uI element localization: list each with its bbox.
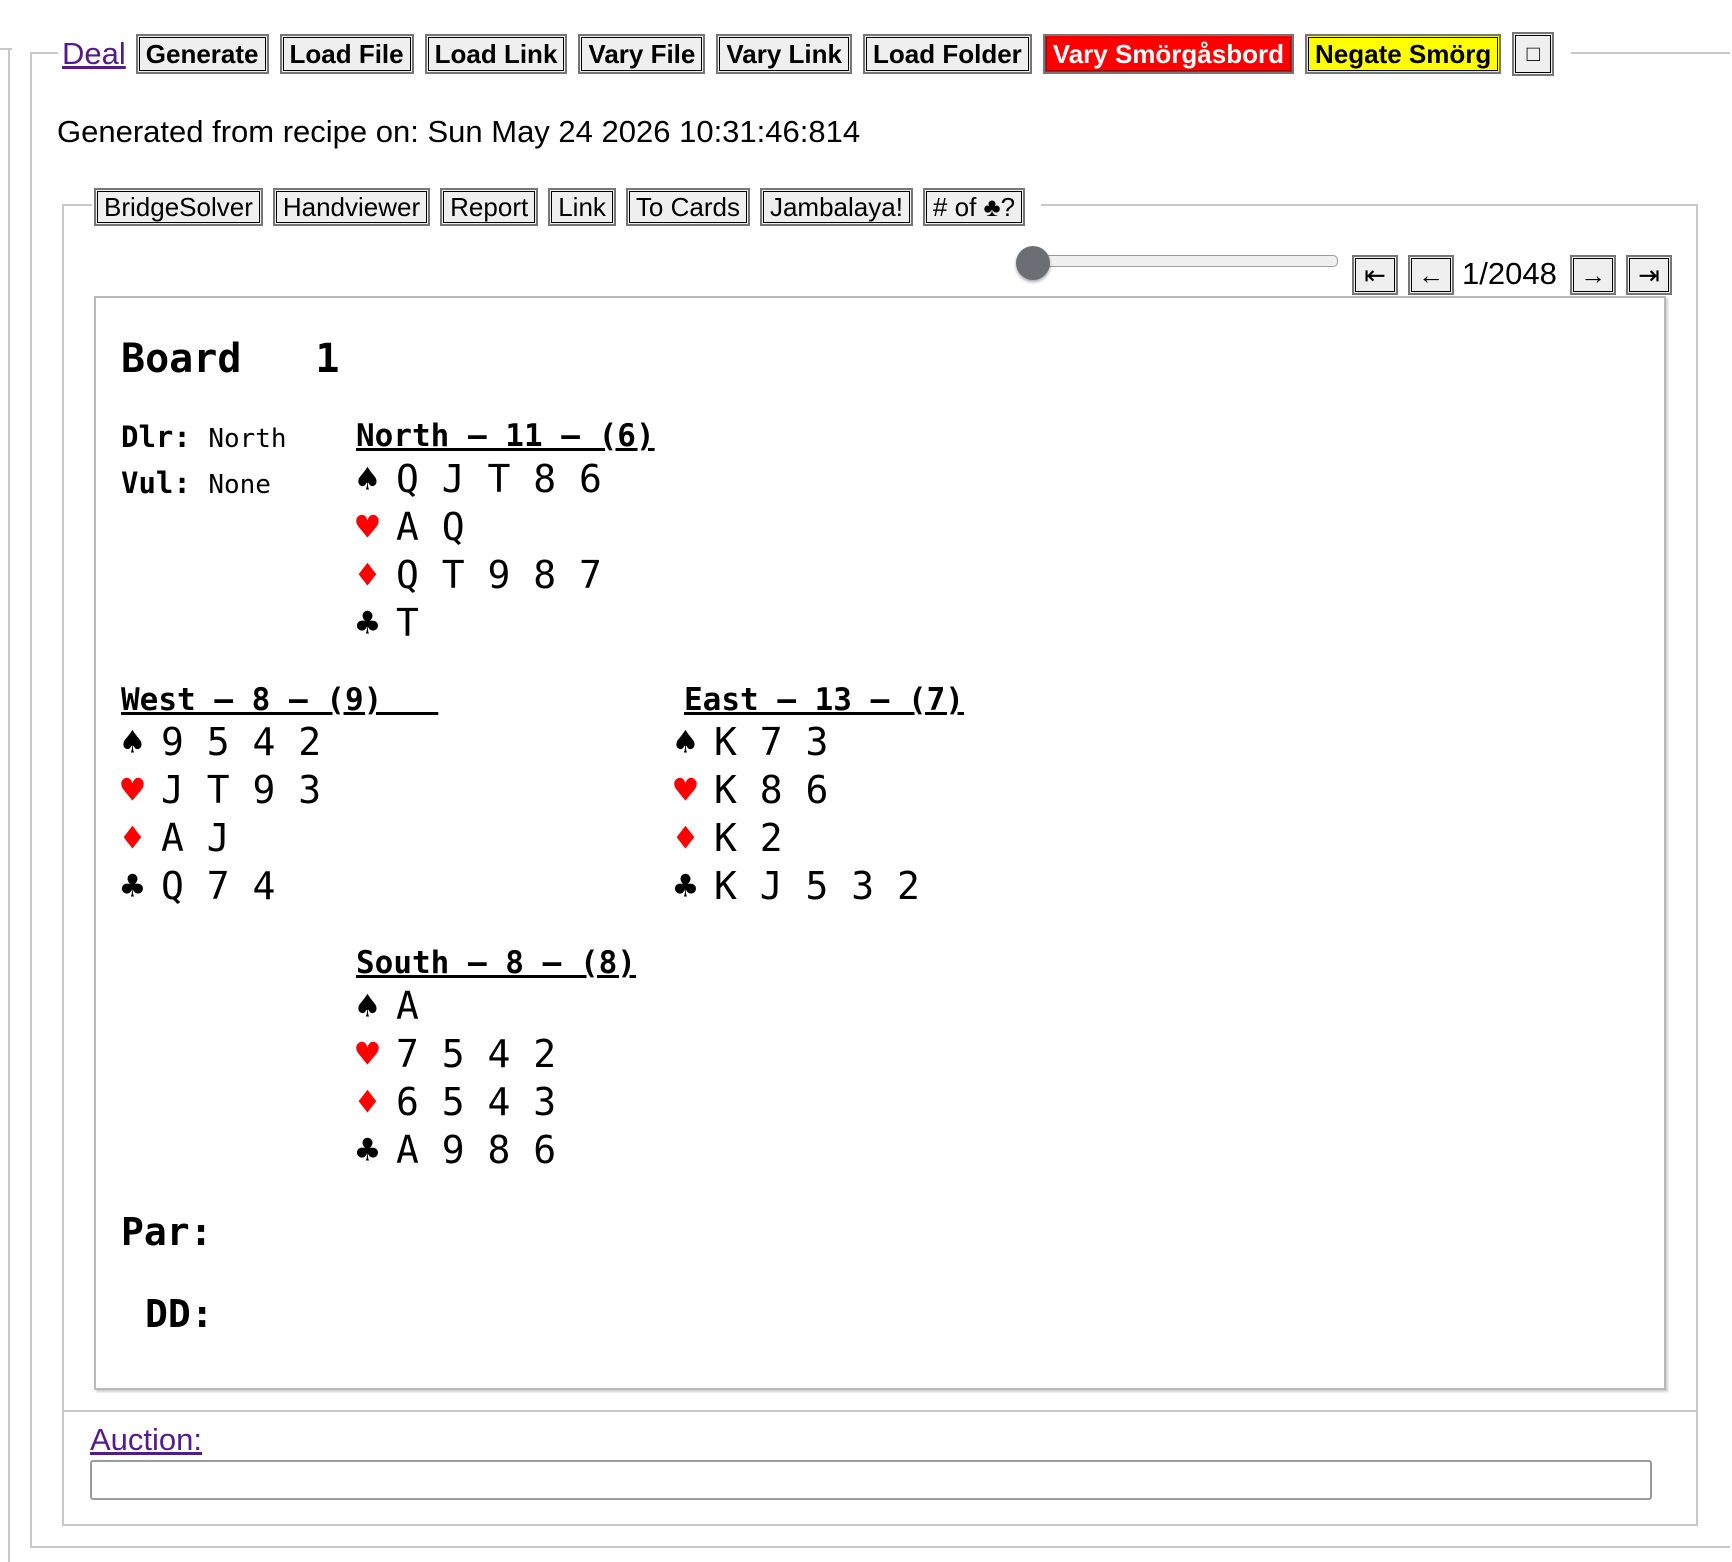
east-hearts: ♥ K 8 6: [674, 766, 828, 814]
north-hearts: ♥ A Q: [356, 503, 465, 551]
slider-thumb[interactable]: [1016, 246, 1050, 280]
east-diamonds: ♦ K 2: [674, 814, 783, 862]
handviewer-button[interactable]: Handviewer: [272, 188, 431, 226]
east-clubs: ♣ K J 5 3 2: [674, 862, 920, 910]
vary-file-button[interactable]: Vary File: [578, 34, 706, 74]
diamond-icon: ♦: [674, 816, 697, 860]
card-list: Q 7 4: [161, 864, 276, 908]
deal-toolbar: Deal Generate Load File Load Link Vary F…: [58, 32, 1572, 76]
card-list: A Q: [396, 505, 465, 549]
east-heading: East – 13 – (7): [684, 682, 964, 718]
north-diamonds: ♦ Q T 9 8 7: [356, 551, 602, 599]
previous-deal-button[interactable]: ←: [1408, 255, 1454, 295]
load-folder-button[interactable]: Load Folder: [863, 34, 1032, 74]
vulnerability-value: None: [208, 470, 271, 500]
card-list: Q T 9 8 7: [396, 553, 602, 597]
south-diamonds: ♦ 6 5 4 3: [356, 1078, 556, 1126]
vulnerability-label: Vul:: [121, 466, 191, 500]
card-list: A J: [161, 816, 230, 860]
west-diamonds: ♦ A J: [121, 814, 230, 862]
dealer-value: North: [208, 424, 287, 454]
heart-icon: ♥: [674, 768, 697, 812]
east-spades: ♠ K 7 3: [674, 718, 828, 766]
heart-icon: ♥: [121, 768, 144, 812]
vulnerability-row: Vul: None: [121, 466, 271, 500]
dd-label: DD:: [145, 1292, 214, 1336]
south-hearts: ♥ 7 5 4 2: [356, 1030, 556, 1078]
card-list: A 9 8 6: [396, 1128, 557, 1172]
south-clubs: ♣ A 9 8 6: [356, 1126, 556, 1174]
south-heading: South – 8 – (8): [356, 945, 636, 981]
card-list: K J 5 3 2: [714, 864, 920, 908]
next-deal-button[interactable]: →: [1570, 255, 1616, 295]
west-spades: ♠ 9 5 4 2: [121, 718, 321, 766]
par-label: Par:: [121, 1210, 213, 1254]
north-clubs: ♣ T: [356, 599, 419, 647]
west-clubs: ♣ Q 7 4: [121, 862, 275, 910]
club-icon: ♣: [674, 864, 697, 908]
card-list: 9 5 4 2: [161, 720, 322, 764]
frame-rule: [8, 48, 10, 1562]
generated-timestamp: Generated from recipe on: Sun May 24 202…: [57, 114, 861, 149]
vary-smorgasbord-button[interactable]: Vary Smörgåsbord: [1042, 34, 1294, 74]
west-hearts: ♥ J T 9 3: [121, 766, 321, 814]
link-button[interactable]: Link: [548, 188, 616, 226]
last-deal-button[interactable]: ⇥: [1626, 255, 1672, 295]
card-list: Q J T 8 6: [396, 457, 602, 501]
report-button[interactable]: Report: [440, 188, 539, 226]
diamond-icon: ♦: [121, 816, 144, 860]
jambalaya-button[interactable]: Jambalaya!: [759, 188, 913, 226]
card-list: 6 5 4 3: [396, 1080, 557, 1124]
card-list: K 7 3: [714, 720, 829, 764]
card-list: K 8 6: [714, 768, 829, 812]
deal-link[interactable]: Deal: [62, 36, 126, 72]
card-list: T: [396, 601, 419, 645]
first-deal-button[interactable]: ⇤: [1352, 255, 1398, 295]
board-display: [94, 296, 1666, 1390]
board-label: Board: [121, 336, 242, 382]
auction-input[interactable]: [90, 1460, 1652, 1500]
card-list: A: [396, 984, 419, 1028]
generate-button[interactable]: Generate: [135, 34, 269, 74]
slider-track[interactable]: [1034, 255, 1338, 267]
to-cards-button[interactable]: To Cards: [625, 188, 750, 226]
club-icon: ♣: [356, 601, 379, 645]
north-heading: North – 11 – (6): [356, 418, 655, 454]
spade-icon: ♠: [356, 984, 379, 1028]
card-list: J T 9 3: [161, 768, 322, 812]
auction-link[interactable]: Auction:: [90, 1422, 202, 1458]
board-title: Board 1: [121, 336, 340, 382]
dealer-label: Dlr:: [121, 420, 191, 454]
spade-icon: ♠: [121, 720, 144, 764]
dealer-row: Dlr: North: [121, 420, 287, 454]
load-link-button[interactable]: Load Link: [424, 34, 568, 74]
tools-toolbar: BridgeSolver Handviewer Report Link To C…: [92, 188, 1042, 226]
card-list: 7 5 4 2: [396, 1032, 557, 1076]
load-file-button[interactable]: Load File: [279, 34, 414, 74]
spade-icon: ♠: [356, 457, 379, 501]
heart-icon: ♥: [356, 1032, 379, 1076]
spade-icon: ♠: [674, 720, 697, 764]
toggle-square-button[interactable]: □: [1512, 32, 1555, 76]
north-spades: ♠ Q J T 8 6: [356, 455, 602, 503]
diamond-icon: ♦: [356, 553, 379, 597]
bridgesolver-button[interactable]: BridgeSolver: [94, 188, 263, 226]
board-number: 1: [315, 336, 340, 382]
west-heading: West – 8 – (9): [121, 682, 439, 718]
club-icon: ♣: [121, 864, 144, 908]
deal-counter: 1/2048: [1462, 256, 1557, 291]
count-clubs-button[interactable]: # of ♣?: [922, 188, 1026, 226]
club-icon: ♣: [356, 1128, 379, 1172]
frame-rule: [0, 48, 12, 50]
card-list: K 2: [714, 816, 783, 860]
negate-smorg-button[interactable]: Negate Smörg: [1304, 34, 1502, 74]
south-spades: ♠ A: [356, 982, 419, 1030]
heart-icon: ♥: [356, 505, 379, 549]
deal-slider[interactable]: [1016, 246, 1338, 280]
vary-link-button[interactable]: Vary Link: [716, 34, 852, 74]
diamond-icon: ♦: [356, 1080, 379, 1124]
